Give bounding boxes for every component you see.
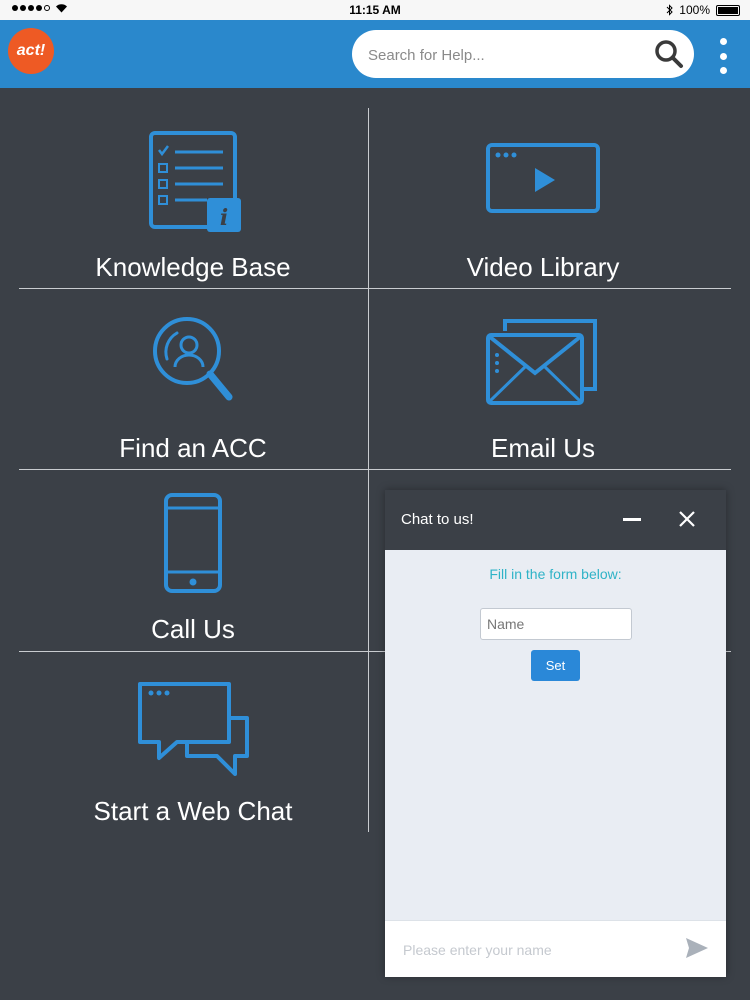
more-vertical-icon[interactable] (714, 38, 732, 74)
app-header: act! (0, 20, 750, 88)
chat-form-prompt: Fill in the form below: (489, 566, 622, 582)
message-input[interactable] (401, 939, 675, 961)
chat-composer (385, 920, 726, 977)
battery-percent: 100% (679, 3, 710, 17)
send-icon[interactable] (685, 937, 709, 959)
battery-icon (716, 4, 740, 16)
chat-header: Chat to us! (385, 490, 726, 550)
knowledge-base-icon: i (149, 131, 241, 232)
chat-bubbles-icon (138, 682, 249, 776)
tile-label: Knowledge Base (95, 252, 291, 282)
tile-email-us[interactable]: Email Us (369, 289, 717, 469)
tile-knowledge-base[interactable]: i Knowledge Base (19, 108, 367, 288)
chat-panel: Chat to us! Fill in the form below: Set (385, 490, 726, 977)
tile-label: Call Us (151, 614, 235, 644)
status-bar: 11:15 AM 100% (0, 0, 750, 20)
chat-title: Chat to us! (401, 511, 474, 528)
tile-start-web-chat[interactable]: Start a Web Chat (19, 652, 367, 832)
app-logo[interactable]: act! (8, 28, 54, 74)
tile-find-an-acc[interactable]: Find an ACC (19, 289, 367, 469)
tile-label: Find an ACC (119, 433, 267, 463)
name-field[interactable] (480, 608, 632, 640)
svg-text:i: i (220, 205, 228, 231)
tile-label: Start a Web Chat (93, 796, 293, 826)
status-time: 11:15 AM (349, 3, 401, 17)
logo-text: act! (16, 42, 46, 59)
search-icon[interactable] (654, 39, 684, 69)
close-icon[interactable] (677, 509, 697, 529)
tile-video-library[interactable]: Video Library (369, 108, 717, 288)
search-box (352, 30, 694, 78)
tile-label: Email Us (490, 433, 595, 463)
tile-label: Video Library (466, 252, 620, 282)
status-right: 100% (666, 3, 740, 17)
tile-call-us[interactable]: Call Us (19, 470, 367, 650)
set-button[interactable]: Set (531, 650, 580, 681)
bluetooth-icon (666, 4, 674, 16)
find-person-icon (153, 317, 233, 401)
envelope-icon (486, 319, 597, 405)
minimize-icon[interactable] (623, 518, 641, 521)
search-input[interactable] (366, 42, 640, 68)
video-player-icon (486, 143, 600, 213)
smartphone-icon (164, 493, 222, 593)
